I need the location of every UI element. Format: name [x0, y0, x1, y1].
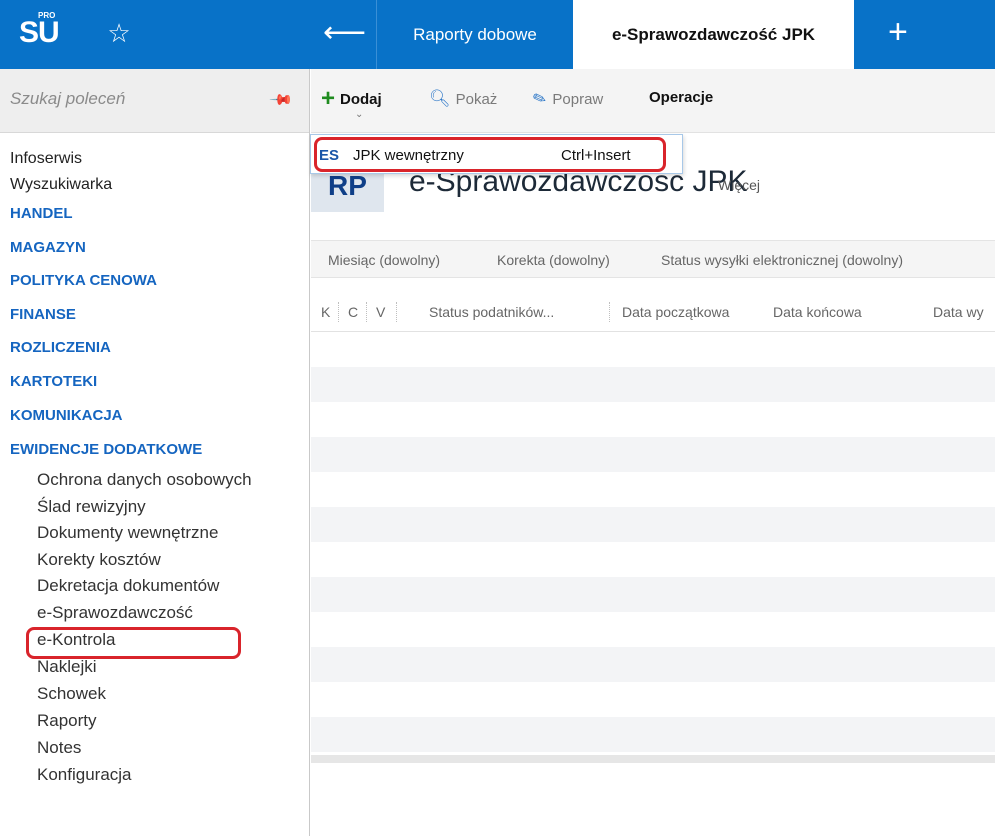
pin-icon[interactable]: 📌: [268, 87, 294, 113]
table-row[interactable]: [311, 332, 995, 367]
sidebar-subitem-notes[interactable]: Notes: [37, 738, 81, 758]
sidebar-subitem-schowek[interactable]: Schowek: [37, 684, 106, 704]
more-link[interactable]: Więcej: [718, 177, 760, 193]
highlight-frame-dropdown: [314, 137, 666, 172]
table-row[interactable]: [311, 717, 995, 752]
back-arrow-icon[interactable]: ⟵: [323, 16, 366, 50]
magnifier-icon: 🔍︎: [429, 89, 451, 108]
show-button-label: Pokaż: [455, 90, 498, 108]
table-header: K C V Status podatników... Data początko…: [311, 296, 995, 332]
sidebar-subitem-slad-rewizyjny[interactable]: Ślad rewizyjny: [37, 497, 146, 517]
horizontal-scrollbar[interactable]: [311, 755, 995, 763]
pencil-icon: ✎: [530, 89, 550, 110]
edit-button-label: Popraw: [552, 90, 604, 108]
sidebar-subitem-konfiguracja[interactable]: Konfiguracja: [37, 765, 132, 785]
show-button[interactable]: 🔍︎ Pokaż: [429, 89, 497, 109]
sidebar-item-wyszukiwarka[interactable]: Wyszukiwarka: [10, 176, 112, 194]
sidebar-subitem-ochrona-danych[interactable]: Ochrona danych osobowych: [37, 470, 252, 490]
plus-icon: +: [321, 85, 336, 112]
filter-month[interactable]: Miesiąc (dowolny): [328, 252, 440, 268]
sidebar-category-handel[interactable]: HANDEL: [10, 205, 73, 222]
table-row[interactable]: [311, 507, 995, 542]
sidebar-category-kartoteki[interactable]: KARTOTEKI: [10, 373, 97, 390]
sidebar-category-finanse[interactable]: FINANSE: [10, 306, 76, 323]
sidebar-category-magazyn[interactable]: MAGAZYN: [10, 239, 86, 256]
sidebar-subitem-e-sprawozdawczosc[interactable]: e-Sprawozdawczość: [37, 603, 193, 623]
chevron-down-icon[interactable]: ⌄: [355, 109, 363, 120]
column-separator: [396, 302, 397, 322]
edit-button[interactable]: ✎ Popraw: [530, 89, 604, 110]
column-header-c[interactable]: C: [348, 304, 358, 320]
filter-send-status[interactable]: Status wysyłki elektronicznej (dowolny): [661, 252, 903, 268]
add-button[interactable]: + Dodaj: [321, 85, 382, 112]
column-header-data-wy[interactable]: Data wy: [933, 304, 984, 320]
sidebar-category-komunikacja[interactable]: KOMUNIKACJA: [10, 407, 123, 424]
sidebar-subitem-raporty[interactable]: Raporty: [37, 711, 97, 731]
logo-pro-badge: PRO: [38, 11, 56, 20]
column-separator: [366, 302, 367, 322]
sidebar-item-infoserwis[interactable]: Infoserwis: [10, 150, 82, 168]
app-logo[interactable]: SU: [19, 16, 60, 50]
add-button-label: Dodaj: [340, 90, 382, 108]
toolbar: + Dodaj ⌄ 🔍︎ Pokaż ✎ Popraw Operacje: [311, 69, 995, 133]
column-header-data-koncowa[interactable]: Data końcowa: [773, 304, 862, 320]
favorites-star-icon[interactable]: ☆: [104, 18, 134, 48]
column-header-v[interactable]: V: [376, 304, 385, 320]
tab-e-sprawozdawczosc-jpk[interactable]: e-Sprawozdawczość JPK: [573, 0, 854, 69]
table-row[interactable]: [311, 402, 995, 437]
command-search-input[interactable]: [10, 89, 250, 109]
table-row[interactable]: [311, 437, 995, 472]
column-header-k[interactable]: K: [321, 304, 330, 320]
sidebar-category-rozliczenia[interactable]: ROZLICZENIA: [10, 339, 111, 356]
sidebar-category-polityka-cenowa[interactable]: POLITYKA CENOWA: [10, 272, 157, 289]
table-body: [311, 332, 995, 762]
sidebar-subitem-naklejki[interactable]: Naklejki: [37, 657, 97, 677]
tab-raporty-dobowe[interactable]: Raporty dobowe: [376, 0, 573, 69]
command-search: 📌: [0, 69, 309, 133]
sidebar-subitem-dekretacja-dokumentow[interactable]: Dekretacja dokumentów: [37, 576, 219, 596]
sidebar-subitem-e-kontrola[interactable]: e-Kontrola: [37, 630, 115, 650]
top-bar: SU PRO ☆ ⟵ Raporty dobowe e-Sprawozdawcz…: [0, 0, 995, 69]
operations-button[interactable]: Operacje: [649, 89, 713, 106]
table-row[interactable]: [311, 472, 995, 507]
table-row[interactable]: [311, 542, 995, 577]
column-separator: [609, 302, 610, 322]
table-row[interactable]: [311, 682, 995, 717]
table-row[interactable]: [311, 367, 995, 402]
column-header-data-poczatkowa[interactable]: Data początkowa: [622, 304, 729, 320]
filter-correction[interactable]: Korekta (dowolny): [497, 252, 610, 268]
column-header-status-podatnikow[interactable]: Status podatników...: [429, 304, 554, 320]
sidebar-subitem-dokumenty-wewnetrzne[interactable]: Dokumenty wewnętrzne: [37, 523, 218, 543]
filter-bar: Miesiąc (dowolny) Korekta (dowolny) Stat…: [311, 240, 995, 278]
sidebar-subitem-korekty-kosztow[interactable]: Korekty kosztów: [37, 550, 161, 570]
table-row[interactable]: [311, 647, 995, 682]
sidebar-category-ewidencje-dodatkowe[interactable]: EWIDENCJE DODATKOWE: [10, 441, 202, 458]
table-row[interactable]: [311, 612, 995, 647]
table-row[interactable]: [311, 577, 995, 612]
column-separator: [338, 302, 339, 322]
new-tab-plus-icon[interactable]: +: [888, 14, 908, 50]
